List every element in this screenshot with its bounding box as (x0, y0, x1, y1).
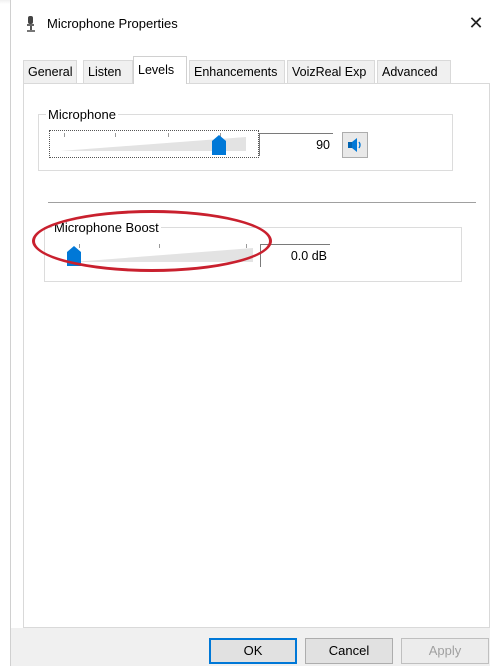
slider-tick (79, 244, 80, 248)
tab-enhancements[interactable]: Enhancements (189, 60, 285, 84)
levels-panel: Microphone 90 Microphone Boost 0.0 dB (23, 83, 490, 628)
tab-voizreal-exp[interactable]: VoizReal Exp (287, 60, 375, 84)
slider-tick (115, 133, 116, 137)
microphone-level-slider[interactable] (49, 130, 259, 158)
mute-toggle-button[interactable] (342, 132, 368, 158)
slider-tick (246, 244, 247, 248)
speaker-icon (347, 137, 363, 156)
tab-advanced[interactable]: Advanced (377, 60, 451, 84)
microphone-group-label: Microphone (48, 107, 116, 122)
tab-bar: General Listen Levels Enhancements VoizR… (23, 56, 453, 84)
title-bar[interactable]: Microphone Properties ✕ (11, 8, 490, 38)
microphone-boost-label: Microphone Boost (54, 220, 159, 235)
ok-button[interactable]: OK (209, 638, 297, 664)
slider-thumb[interactable] (67, 246, 81, 266)
microphone-icon (25, 16, 37, 32)
tab-levels[interactable]: Levels (133, 56, 187, 84)
tab-general[interactable]: General (23, 60, 77, 84)
section-divider (48, 202, 476, 203)
window-title: Microphone Properties (47, 16, 178, 31)
microphone-boost-slider[interactable] (61, 242, 261, 270)
tab-listen[interactable]: Listen (83, 60, 133, 84)
dialog-button-bar: OK Cancel Apply (11, 628, 490, 666)
slider-tick (168, 133, 169, 137)
slider-thumb[interactable] (212, 135, 226, 155)
microphone-properties-window: Microphone Properties ✕ General Listen L… (10, 0, 490, 666)
close-icon[interactable]: ✕ (465, 12, 487, 34)
slider-tick (64, 133, 65, 137)
cancel-button[interactable]: Cancel (305, 638, 393, 664)
slider-track (73, 248, 253, 262)
microphone-level-value[interactable]: 90 (259, 133, 333, 156)
slider-tick (159, 244, 160, 248)
apply-button[interactable]: Apply (401, 638, 489, 664)
microphone-boost-value[interactable]: 0.0 dB (260, 244, 330, 267)
